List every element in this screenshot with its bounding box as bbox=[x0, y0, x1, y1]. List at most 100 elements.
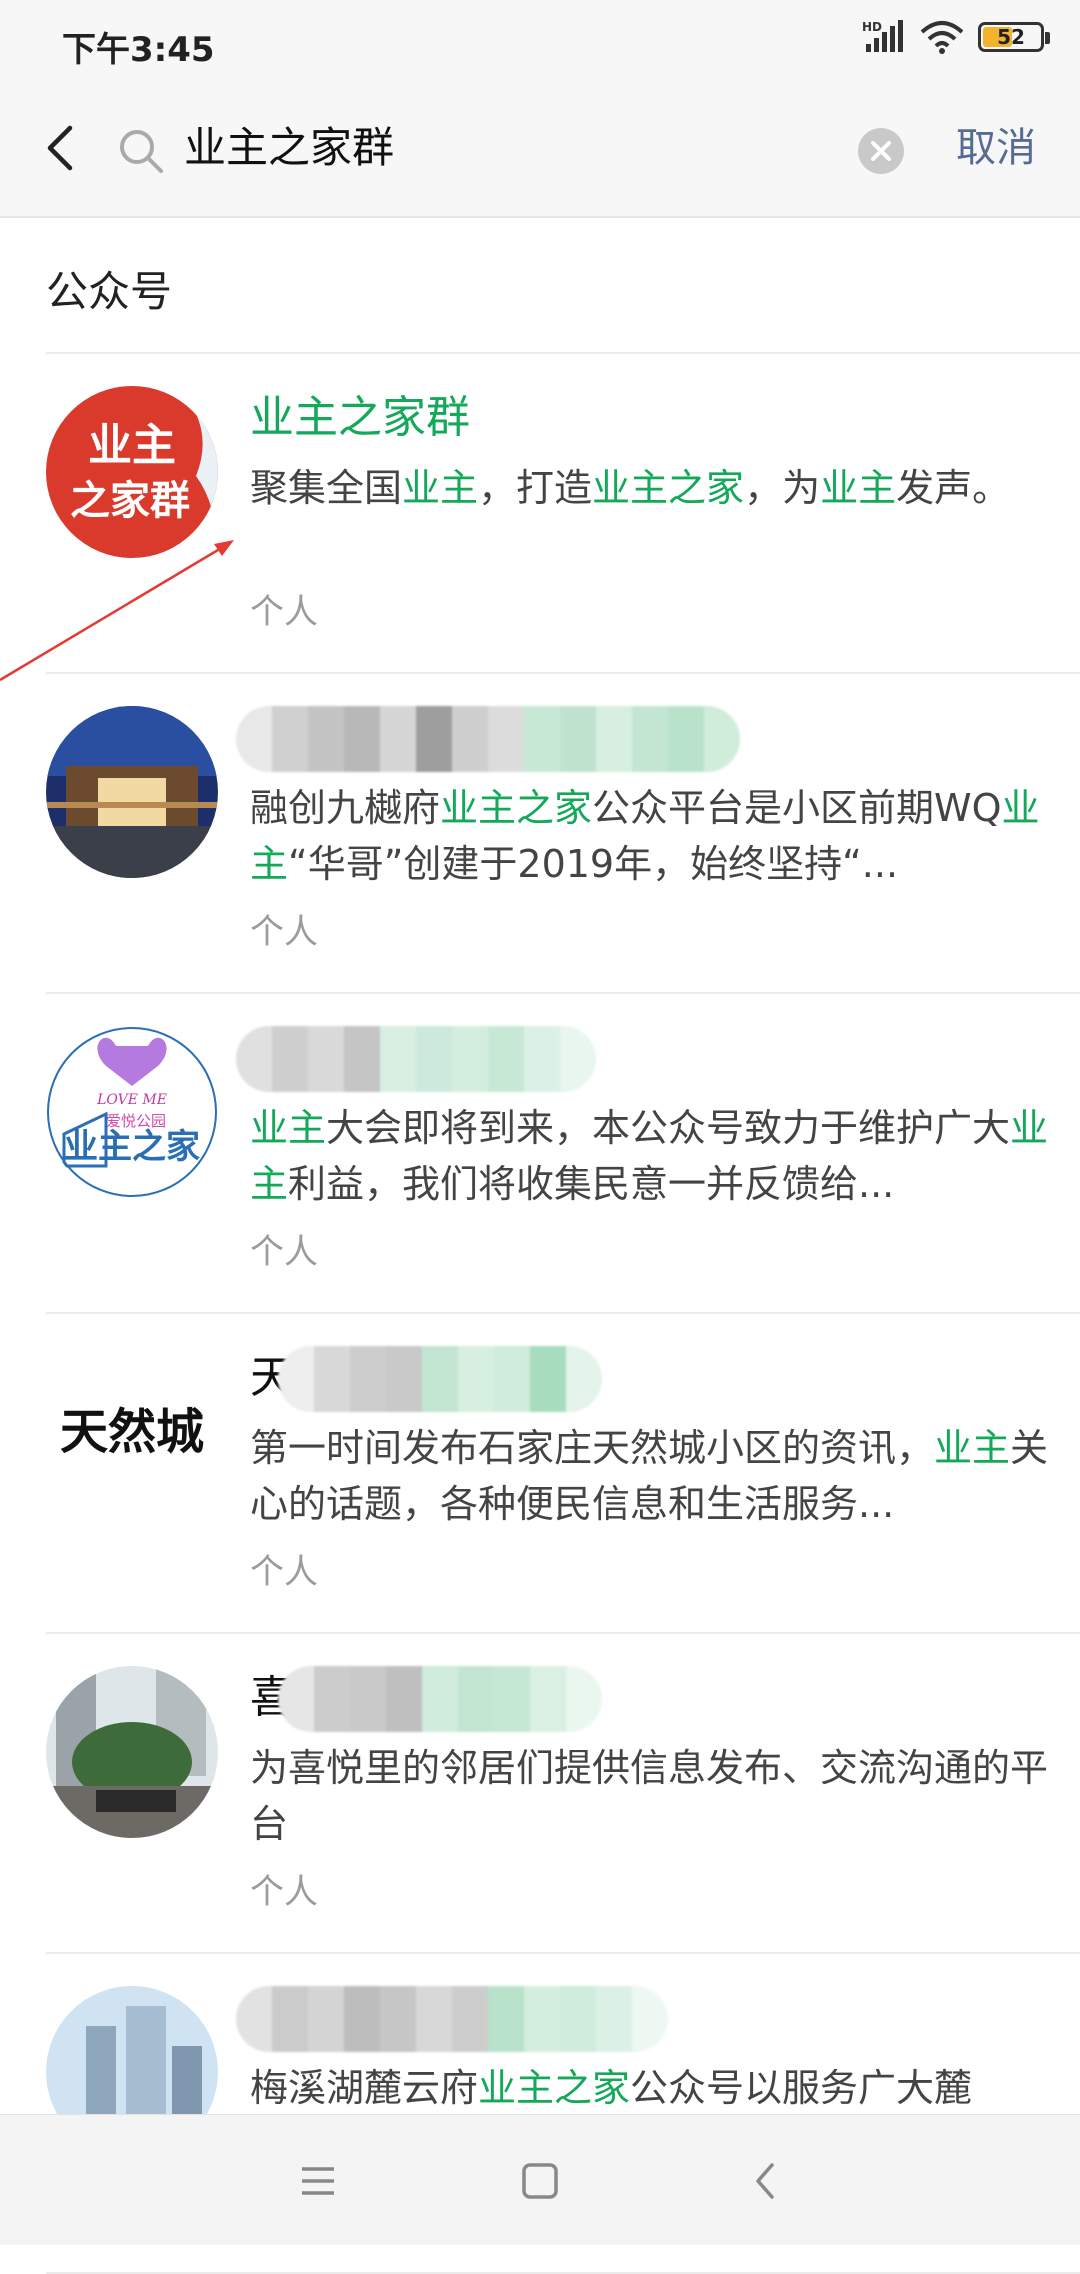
avatar-image bbox=[46, 706, 218, 878]
redaction-block bbox=[524, 1026, 560, 1092]
avatar[interactable] bbox=[46, 706, 218, 878]
result-description: 为喜悦里的邻居们提供信息发布、交流沟通的平台 bbox=[250, 1740, 1080, 1852]
signal-icon: HD bbox=[862, 20, 903, 52]
redaction-block bbox=[314, 1666, 350, 1732]
search-bar: 业主之家群 取消 bbox=[0, 88, 1080, 218]
svg-text:之家群: 之家群 bbox=[70, 478, 190, 524]
text-run: 融创九樾府 bbox=[250, 786, 441, 830]
svg-text:业主: 业主 bbox=[88, 420, 176, 471]
text-run: “华哥”创建于2019年，始终坚持“... bbox=[288, 842, 899, 886]
redaction-block bbox=[344, 1986, 380, 2052]
text-run: ，打造 bbox=[478, 466, 593, 510]
result-description: 梅溪湖麓云府业主之家公众号以服务广大麓 bbox=[250, 2060, 1080, 2116]
back-arrow-icon[interactable] bbox=[34, 118, 94, 178]
redacted-name bbox=[236, 1986, 668, 2052]
result-type: 个人 bbox=[250, 1872, 318, 1912]
home-icon[interactable] bbox=[512, 2153, 568, 2209]
result-type: 个人 bbox=[250, 1552, 318, 1592]
status-time: 下午3:45 bbox=[62, 30, 215, 70]
redaction-block bbox=[308, 1986, 344, 2052]
text-run: 梅溪湖麓云府 bbox=[250, 2066, 479, 2110]
status-bar: 下午3:45 HD 52 bbox=[0, 0, 1080, 88]
redaction-block bbox=[416, 1026, 452, 1092]
redaction-block bbox=[386, 1346, 422, 1412]
result-item[interactable]: 喜悦为喜悦里的邻居们提供信息发布、交流沟通的平台个人 bbox=[46, 1634, 1080, 1954]
battery-icon: 52 bbox=[978, 22, 1050, 52]
search-input[interactable]: 业主之家群 bbox=[184, 118, 394, 178]
cancel-button[interactable]: 取消 bbox=[956, 120, 1036, 176]
text-run: ，为 bbox=[744, 466, 821, 510]
redaction-block bbox=[488, 706, 524, 772]
redaction-block bbox=[488, 1026, 524, 1092]
status-icons: HD 52 bbox=[862, 20, 1050, 54]
redaction-block bbox=[458, 1666, 494, 1732]
avatar[interactable]: 业主 之家群 bbox=[46, 386, 218, 558]
redaction-block bbox=[524, 706, 560, 772]
redaction-block bbox=[530, 1666, 566, 1732]
redaction-block bbox=[308, 1026, 344, 1092]
redaction-block bbox=[344, 706, 380, 772]
result-item[interactable]: 天然城天然第一时间发布石家庄天然城小区的资讯，业主关心的话题，各种便民信息和生活… bbox=[46, 1314, 1080, 1634]
redaction-block bbox=[560, 1986, 596, 2052]
redaction-block bbox=[560, 706, 596, 772]
result-item[interactable]: 融创九樾府业主之家公众平台是小区前期WQ业主“华哥”创建于2019年，始终坚持“… bbox=[46, 674, 1080, 994]
highlight-text: 业主之家 bbox=[592, 466, 745, 510]
redaction-block bbox=[308, 706, 344, 772]
redaction-block bbox=[452, 1986, 488, 2052]
redaction-block bbox=[566, 1346, 602, 1412]
result-name: 业主之家群 bbox=[250, 388, 470, 448]
battery-level: 52 bbox=[997, 25, 1025, 49]
search-icon bbox=[120, 130, 163, 173]
clear-search-button[interactable] bbox=[858, 128, 904, 174]
text-run: 聚集全国 bbox=[250, 466, 403, 510]
menu-icon[interactable] bbox=[290, 2153, 346, 2209]
text-run: 第一时间发布石家庄天然城小区的资讯， bbox=[250, 1426, 935, 1470]
text-run: 发声。 bbox=[896, 466, 1011, 510]
redaction-block bbox=[632, 1986, 668, 2052]
redaction-block bbox=[272, 706, 308, 772]
redaction-block bbox=[632, 706, 668, 772]
result-item[interactable]: LOVE ME 爱悦公园 业主之家 业主大会即将到来，本公众号致力于维护广大业主利益，… bbox=[46, 994, 1080, 1314]
system-nav-bar bbox=[0, 2114, 1080, 2245]
redaction-block bbox=[596, 706, 632, 772]
text-run: 为喜悦里的邻居们提供信息发布、交流沟通的平台 bbox=[250, 1746, 1049, 1846]
highlight-text: 业主 bbox=[250, 1106, 327, 1150]
redaction-block bbox=[350, 1346, 386, 1412]
redacted-name bbox=[278, 1666, 602, 1732]
result-description: 融创九樾府业主之家公众平台是小区前期WQ业主“华哥”创建于2019年，始终坚持“… bbox=[250, 780, 1080, 892]
avatar[interactable] bbox=[46, 1666, 218, 1838]
close-icon bbox=[871, 141, 891, 161]
svg-text:LOVE ME: LOVE ME bbox=[96, 1092, 167, 1108]
highlight-text: 业主 bbox=[820, 466, 897, 510]
redaction-block bbox=[494, 1666, 530, 1732]
redaction-block bbox=[668, 706, 704, 772]
result-item[interactable]: 业主 之家群 业主之家群 聚集全国业主，打造业主之家，为业主发声。 个人 bbox=[46, 354, 1080, 674]
redaction-block bbox=[236, 706, 272, 772]
highlight-text: 业主 bbox=[402, 466, 479, 510]
redaction-block bbox=[530, 1346, 566, 1412]
redaction-block bbox=[422, 1346, 458, 1412]
avatar[interactable]: LOVE ME 爱悦公园 业主之家 bbox=[46, 1026, 218, 1198]
redaction-block bbox=[704, 706, 740, 772]
redaction-block bbox=[596, 1986, 632, 2052]
svg-text:HD: HD bbox=[862, 20, 882, 34]
text-run: 利益，我们将收集民意一并反馈给... bbox=[288, 1162, 895, 1206]
result-description: 聚集全国业主，打造业主之家，为业主发声。 bbox=[250, 460, 1080, 516]
avatar-image: 天然城 bbox=[46, 1346, 218, 1518]
result-list: 业主 之家群 业主之家群 聚集全国业主，打造业主之家，为业主发声。 个人 融创九樾府业主之… bbox=[0, 354, 1080, 2274]
text-run: 公众平台是小区前期WQ bbox=[592, 786, 1002, 830]
redaction-block bbox=[416, 1986, 452, 2052]
redaction-block bbox=[380, 706, 416, 772]
highlight-text: 业主之家 bbox=[478, 2066, 631, 2110]
wifi-icon bbox=[920, 21, 964, 54]
redacted-name bbox=[236, 706, 740, 772]
avatar[interactable]: 天然城 bbox=[46, 1346, 218, 1518]
redaction-block bbox=[380, 1986, 416, 2052]
svg-text:业主之家: 业主之家 bbox=[64, 1127, 200, 1167]
text-run: 公众号以服务广大麓 bbox=[630, 2066, 973, 2110]
back-nav-icon[interactable] bbox=[738, 2153, 794, 2209]
highlight-text: 业主之家群 bbox=[250, 392, 470, 443]
redaction-block bbox=[452, 1026, 488, 1092]
redaction-block bbox=[236, 1026, 272, 1092]
avatar-image: 业主之家群 bbox=[46, 386, 218, 558]
